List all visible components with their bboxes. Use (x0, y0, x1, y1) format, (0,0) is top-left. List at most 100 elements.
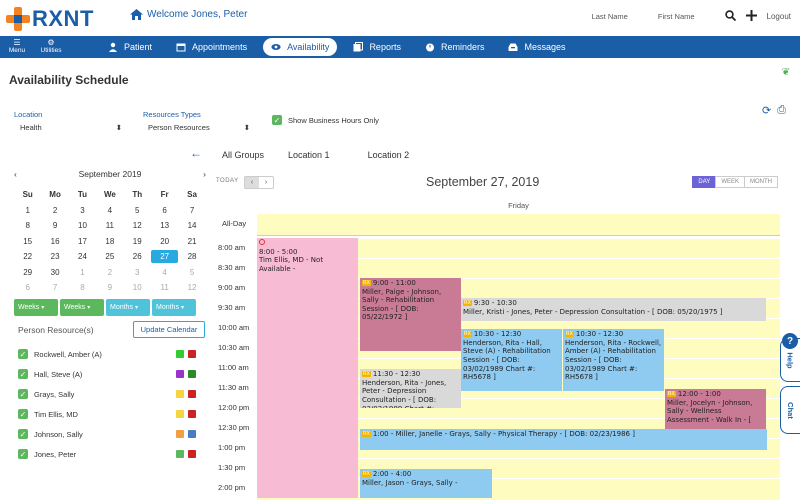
logout-link[interactable]: Logout (767, 12, 791, 21)
leaf-icon[interactable]: ❦ (782, 67, 790, 78)
resource-color-swatch[interactable] (188, 390, 196, 398)
mini-calendar-day[interactable]: 28 (178, 252, 205, 261)
next-day-icon[interactable]: › (259, 177, 273, 188)
resource-color-swatch[interactable] (188, 450, 196, 458)
resource-row[interactable]: ✓ Tim Ellis, MD (18, 404, 204, 424)
checkbox-checked-icon[interactable]: ✓ (18, 369, 28, 379)
mini-calendar-day[interactable]: 4 (151, 268, 178, 277)
view-range-button[interactable]: Months ▾ (152, 299, 196, 316)
day-grid[interactable]: 8:00 - 5:00 Tim Ellis, MD - Not Available… (257, 238, 780, 500)
resource-row[interactable]: ✓ Johnson, Sally (18, 424, 204, 444)
resource-color-swatch[interactable] (176, 370, 184, 378)
mini-calendar-day[interactable]: 3 (69, 206, 96, 215)
business-hours-toggle[interactable]: ✓ Show Business Hours Only (272, 115, 379, 125)
resource-row[interactable]: ✓ Jones, Peter (18, 444, 204, 464)
location-select[interactable]: Health ⬍ (20, 123, 122, 132)
mini-calendar-day[interactable]: 3 (124, 268, 151, 277)
resource-color-swatch[interactable] (176, 430, 184, 438)
menu-button[interactable]: ☰ Menu (0, 39, 34, 55)
print-icon[interactable]: ⎙ (777, 104, 786, 117)
view-range-button[interactable]: Weeks ▾ (14, 299, 58, 316)
resource-row[interactable]: ✓ Hall, Steve (A) (18, 364, 204, 384)
mini-calendar-day[interactable]: 12 (124, 221, 151, 230)
mini-calendar-day[interactable]: 29 (14, 268, 41, 277)
rxnt-logo[interactable]: RXNT (6, 6, 94, 32)
prev-day-icon[interactable]: ‹ (245, 177, 259, 188)
mini-calendar-day[interactable]: 10 (124, 283, 151, 292)
tab-all-groups[interactable]: All Groups (222, 150, 264, 160)
checkbox-checked-icon[interactable]: ✓ (18, 409, 28, 419)
checkbox-checked-icon[interactable]: ✓ (18, 429, 28, 439)
appointment-paige[interactable]: RX 9:00 - 11:00 Miller, Paige - Johnson, S… (360, 278, 461, 352)
all-day-slot[interactable] (257, 214, 780, 236)
resource-color-swatch[interactable] (188, 410, 196, 418)
collapse-arrow-icon[interactable]: ← (190, 146, 202, 160)
mini-calendar-day[interactable]: 11 (151, 283, 178, 292)
mini-calendar-day[interactable]: 30 (41, 268, 68, 277)
chat-tab[interactable]: Chat (780, 386, 800, 434)
mini-calendar-day[interactable]: 17 (69, 237, 96, 246)
resource-type-select[interactable]: Person Resources ⬍ (148, 123, 250, 132)
mini-calendar-day[interactable]: 20 (151, 237, 178, 246)
mini-calendar-day[interactable]: 1 (69, 268, 96, 277)
mini-calendar-day[interactable]: 19 (124, 237, 151, 246)
appointment-jason[interactable]: RX 2:00 - 4:00 Miller, Jason - Grays, Sall… (360, 469, 492, 498)
mini-calendar-day[interactable]: 6 (14, 283, 41, 292)
search-icon[interactable] (724, 9, 736, 24)
mini-calendar-day[interactable]: 11 (96, 221, 123, 230)
appointment-rita3[interactable]: RX 11:30 - 12:30 Henderson, Rita - Jones, … (360, 369, 461, 408)
mini-calendar-day[interactable]: 8 (14, 221, 41, 230)
resource-color-swatch[interactable] (176, 410, 184, 418)
mini-calendar-day[interactable]: 1 (14, 206, 41, 215)
resource-color-swatch[interactable] (188, 370, 196, 378)
mini-calendar-day[interactable]: 12 (178, 283, 205, 292)
mini-calendar-day[interactable]: 18 (96, 237, 123, 246)
nav-reminders[interactable]: Reminders (417, 38, 493, 56)
mini-calendar-day[interactable]: 8 (69, 283, 96, 292)
mini-calendar-day[interactable]: 4 (96, 206, 123, 215)
mini-calendar-day[interactable]: 7 (178, 206, 205, 215)
mini-calendar-day[interactable]: 7 (41, 283, 68, 292)
checkbox-checked-icon[interactable]: ✓ (18, 449, 28, 459)
resource-color-swatch[interactable] (176, 450, 184, 458)
mini-calendar-day[interactable]: 22 (14, 252, 41, 261)
tab-location-1[interactable]: Location 1 (288, 150, 330, 160)
nav-reports[interactable]: Reports (345, 38, 409, 56)
appointment-ellis[interactable]: 8:00 - 5:00 Tim Ellis, MD - Not Available… (257, 238, 358, 498)
nav-patient[interactable]: Patient (100, 38, 160, 56)
mini-calendar-day[interactable]: 23 (41, 252, 68, 261)
first-name-search[interactable]: First Name (658, 12, 695, 21)
appointment-rita2[interactable]: RX 10:30 - 12:30 Henderson, Rita - Rockwel… (563, 329, 664, 392)
mini-calendar-day[interactable]: 15 (14, 237, 41, 246)
tab-location-2[interactable]: Location 2 (368, 150, 410, 160)
appointment-janelle[interactable]: RX 1:00 - Miller, Janelle - Grays, Sally … (360, 429, 767, 450)
appointment-rita1[interactable]: RX 10:30 - 12:30 Henderson, Rita - Hall, S… (461, 329, 562, 392)
mini-calendar-day[interactable]: 2 (41, 206, 68, 215)
mini-calendar-day[interactable]: 13 (151, 221, 178, 230)
mini-calendar-day-selected[interactable]: 27 (150, 250, 179, 264)
mini-calendar-day[interactable]: 9 (96, 283, 123, 292)
mini-calendar-day[interactable]: 26 (124, 252, 151, 261)
resource-color-swatch[interactable] (188, 430, 196, 438)
nav-messages[interactable]: Messages (500, 38, 573, 56)
resource-row[interactable]: ✓ Rockwell, Amber (A) (18, 344, 204, 364)
nav-availability[interactable]: Availability (263, 38, 338, 56)
view-day-button[interactable]: DAY (692, 176, 717, 188)
checkbox-checked-icon[interactable]: ✓ (18, 389, 28, 399)
checkbox-checked-icon[interactable]: ✓ (18, 349, 28, 359)
mini-calendar-day[interactable]: 6 (151, 206, 178, 215)
mini-calendar-day[interactable]: 16 (41, 237, 68, 246)
resource-row[interactable]: ✓ Grays, Sally (18, 384, 204, 404)
view-week-button[interactable]: WEEK (715, 176, 745, 188)
mini-calendar-day[interactable]: 25 (96, 252, 123, 261)
update-calendar-button[interactable]: Update Calendar (133, 321, 205, 338)
checkbox-checked-icon[interactable]: ✓ (272, 115, 282, 125)
add-icon[interactable] (745, 9, 757, 24)
mini-calendar-day[interactable]: 10 (69, 221, 96, 230)
home-icon[interactable] (130, 9, 143, 20)
mini-calendar-day[interactable]: 5 (178, 268, 205, 277)
nav-appointments[interactable]: Appointments (168, 38, 255, 56)
mini-calendar-day[interactable]: 24 (69, 252, 96, 261)
today-button[interactable]: TODAY (216, 178, 239, 184)
view-month-button[interactable]: MONTH (744, 176, 778, 188)
